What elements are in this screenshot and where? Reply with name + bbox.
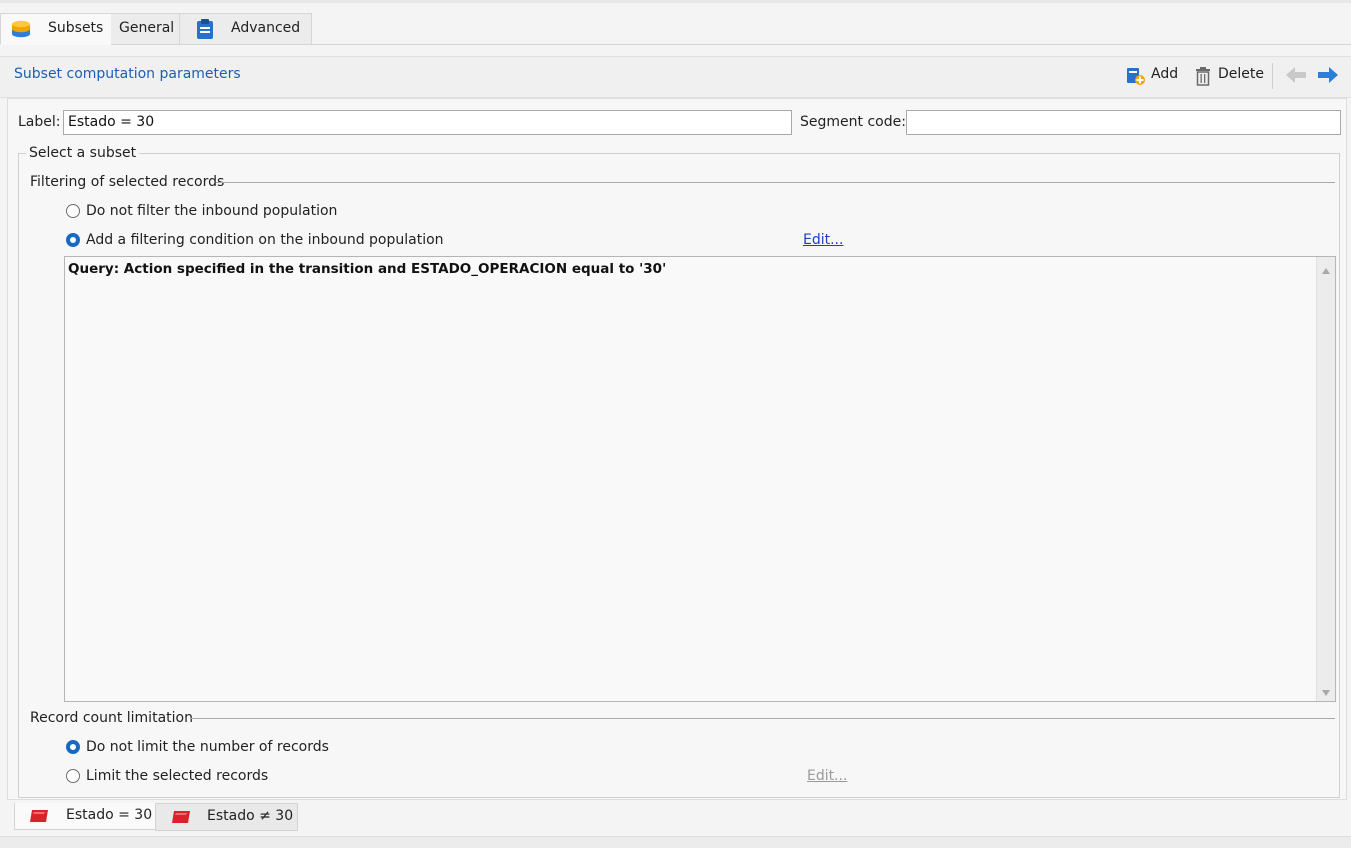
radio-no-limit-label[interactable]: Do not limit the number of records	[86, 739, 329, 755]
add-button[interactable]: Add	[1126, 64, 1184, 88]
filtering-divider	[216, 182, 1335, 183]
delete-button[interactable]: Delete	[1194, 64, 1264, 88]
radio-no-filter-label[interactable]: Do not filter the inbound population	[86, 203, 337, 219]
subset-tab-bar: Estado = 30 Estado ≠ 30	[0, 800, 1351, 831]
radio-no-limit[interactable]	[66, 740, 80, 754]
header-toolbar: Subset computation parameters Add Delete	[0, 56, 1351, 98]
edit-filter-link[interactable]: Edit...	[803, 232, 843, 248]
scroll-up-icon[interactable]	[1321, 263, 1331, 274]
filtering-section-title: Filtering of selected records	[30, 174, 225, 190]
clipboard-icon	[196, 18, 214, 40]
radio-add-filter-label[interactable]: Add a filtering condition on the inbound…	[86, 232, 444, 248]
delete-button-label: Delete	[1218, 66, 1264, 82]
segment-icon	[170, 809, 192, 825]
arrow-right-icon[interactable]	[1317, 65, 1339, 85]
top-tab-bar: Subsets General Advanced	[0, 13, 1351, 45]
radio-no-filter[interactable]	[66, 204, 80, 218]
arrow-left-icon[interactable]	[1285, 65, 1307, 85]
toolbar-separator	[1272, 63, 1273, 89]
window-top-edge	[0, 0, 1351, 3]
tab-advanced[interactable]: Advanced	[180, 13, 312, 45]
database-stack-icon	[10, 18, 32, 40]
scroll-down-icon[interactable]	[1321, 685, 1331, 696]
radio-add-filter[interactable]	[66, 233, 80, 247]
radio-limit[interactable]	[66, 769, 80, 783]
add-icon	[1126, 66, 1146, 86]
segment-code-caption: Segment code:	[800, 114, 906, 130]
query-scrollbar[interactable]	[1316, 257, 1335, 701]
subset-tab-estado-ne-30[interactable]: Estado ≠ 30	[155, 803, 298, 831]
window-bottom-edge	[0, 836, 1351, 848]
segment-code-input[interactable]	[906, 110, 1341, 135]
query-textarea[interactable]: Query: Action specified in the transitio…	[64, 256, 1336, 702]
segment-icon	[28, 808, 50, 824]
select-subset-title: Select a subset	[26, 145, 140, 161]
section-title: Subset computation parameters	[14, 66, 241, 82]
edit-limit-link: Edit...	[807, 768, 848, 784]
record-limit-section-title: Record count limitation	[30, 710, 193, 726]
label-caption: Label:	[18, 114, 61, 130]
label-input[interactable]: Estado = 30	[63, 110, 792, 135]
tab-general-label: General	[119, 20, 175, 36]
subset-tab-estado-ne-30-label: Estado ≠ 30	[207, 808, 294, 824]
query-text: Query: Action specified in the transitio…	[68, 261, 667, 277]
tab-subsets[interactable]: Subsets	[0, 13, 112, 45]
add-button-label: Add	[1151, 66, 1179, 82]
subset-tab-estado-eq-30[interactable]: Estado = 30	[14, 803, 156, 830]
radio-limit-label[interactable]: Limit the selected records	[86, 768, 268, 784]
subset-tab-estado-eq-30-label: Estado = 30	[66, 807, 153, 823]
record-limit-divider	[190, 718, 1335, 719]
tab-advanced-label: Advanced	[231, 20, 301, 36]
trash-icon	[1194, 66, 1212, 86]
tab-general[interactable]: General	[111, 13, 180, 45]
tab-subsets-label: Subsets	[48, 20, 104, 36]
